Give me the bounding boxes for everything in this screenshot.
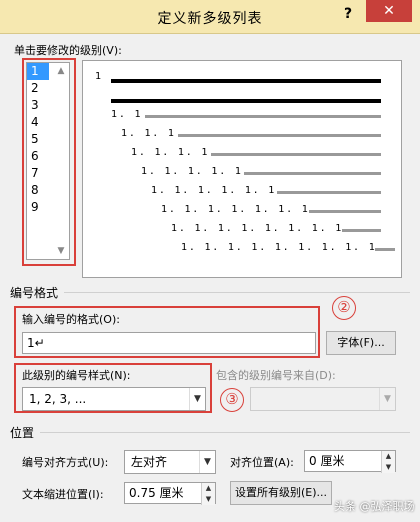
preview-level-label: 1. 1. 1. 1. 1 [141,166,243,177]
align-at-input[interactable]: 0 厘米 ▲ ▼ [304,450,396,473]
chevron-down-icon: ▼ [379,388,395,410]
annotation-circle-3: ③ [220,388,244,412]
preview-level-label: 1. 1. 1 [121,128,176,139]
annotation-box-1 [22,58,76,266]
align-at-value: 0 厘米 [309,454,345,468]
preview-text-bar [211,153,381,156]
align-label: 编号对齐方式(U): [22,456,109,469]
group-divider [64,292,410,293]
indent-spinner[interactable]: ▲ ▼ [201,483,215,505]
align-at-label: 对齐位置(A): [230,456,294,469]
preview-text-bar [111,79,381,83]
preview-text-bar [145,115,381,118]
preview-text-bar [276,191,381,194]
preview-text-bar [111,99,381,103]
help-button[interactable]: ? [336,4,360,24]
number-format-group-title: 编号格式 [10,286,59,300]
group-divider [40,432,410,433]
spin-up-icon[interactable]: ▲ [202,483,215,494]
align-value: 左对齐 [131,455,168,469]
preview-text-bar [342,229,381,232]
include-level-select: ▼ [250,387,396,411]
indent-input[interactable]: 0.75 厘米 ▲ ▼ [124,482,216,505]
font-button[interactable]: 字体(F)... [326,331,396,355]
indent-value: 0.75 厘米 [129,486,184,500]
preview-level-label: 1. 1. 1. 1. 1. 1 [151,185,277,196]
preview-level-label: 1. 1. 1. 1. 1. 1. 1 [161,204,310,215]
spin-down-icon[interactable]: ▼ [382,462,395,473]
set-all-levels-button[interactable]: 设置所有级别(E)... [230,481,332,505]
spin-down-icon[interactable]: ▼ [202,494,215,505]
chevron-down-icon: ▼ [199,451,215,473]
title-bar: 定义新多级列表 ? ✕ [0,0,420,34]
spin-up-icon[interactable]: ▲ [382,451,395,462]
preview-level-label: 1. 1. 1. 1. 1. 1. 1. 1. 1 [181,242,377,253]
align-select[interactable]: 左对齐 ▼ [124,450,216,474]
preview-text-bar [309,210,381,213]
annotation-box-2 [14,306,320,358]
preview-text-bar [243,172,381,175]
level-list-label: 单击要修改的级别(V): [14,44,122,57]
include-level-label: 包含的级别编号来自(D): [216,369,336,382]
preview-text-bar [375,248,395,251]
preview-level-label: 1. 1 [111,109,143,120]
position-group-title: 位置 [10,426,35,440]
preview-level-label: 1. 1. 1. 1. 1. 1. 1. 1 [171,223,344,234]
preview-level-label: 1. 1. 1. 1 [131,147,210,158]
level-preview: 1 1. 1 1. 1. 1 1. 1. 1. 1 1. 1. 1. 1. 1 1. 1.… [82,60,402,278]
preview-text-bar [178,134,381,137]
close-button[interactable]: ✕ [366,0,412,22]
align-at-spinner[interactable]: ▲ ▼ [381,451,395,473]
annotation-box-3 [14,363,212,413]
annotation-circle-2: ② [332,296,356,320]
indent-label: 文本缩进位置(I): [22,488,104,501]
watermark: 头条 @弘泽职场 [334,500,415,513]
preview-level-label: 1 [95,71,103,82]
